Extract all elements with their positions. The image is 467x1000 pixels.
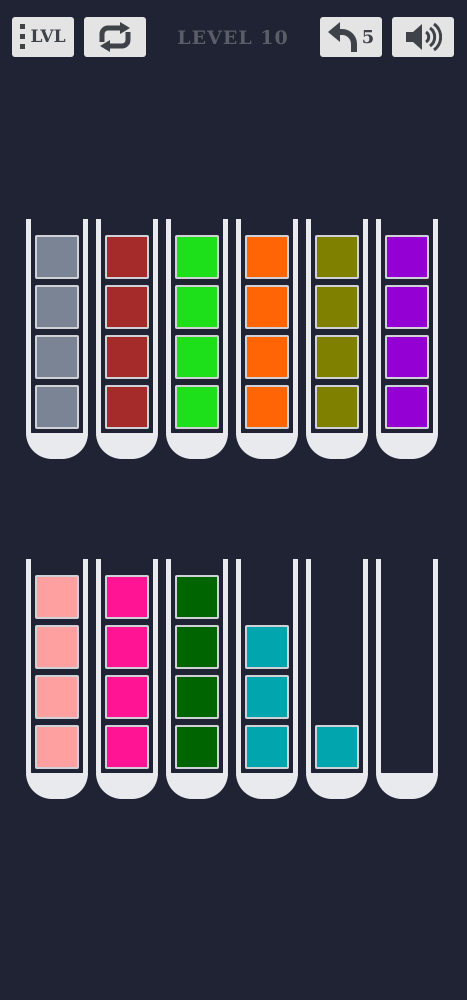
tube-base (376, 773, 438, 799)
tube-base (236, 773, 298, 799)
color-block-darkgreen (175, 575, 219, 619)
tube-base (306, 433, 368, 459)
color-block-gray (35, 285, 79, 329)
color-block-pink (35, 725, 79, 769)
undo-arrow-icon (327, 22, 358, 52)
color-block-darkgreen (175, 675, 219, 719)
color-block-red (105, 285, 149, 329)
tube[interactable] (166, 559, 228, 799)
color-block-teal (245, 625, 289, 669)
undo-count: 5 (361, 26, 375, 48)
tube-base (306, 773, 368, 799)
menu-dots-icon (20, 24, 26, 50)
tube-base (166, 433, 228, 459)
tube[interactable] (236, 559, 298, 799)
color-block-teal (245, 725, 289, 769)
tube[interactable] (96, 219, 158, 459)
color-block-pink (35, 625, 79, 669)
color-block-gray (35, 235, 79, 279)
tube[interactable] (96, 559, 158, 799)
color-block-purple (385, 235, 429, 279)
level-title: LEVEL 10 (177, 27, 289, 49)
restart-button[interactable] (84, 17, 146, 57)
color-block-olive (315, 285, 359, 329)
color-block-olive (315, 235, 359, 279)
top-bar: LVL LEVEL 10 5 (0, 0, 467, 80)
color-block-orange (245, 335, 289, 379)
color-block-olive (315, 335, 359, 379)
color-block-purple (385, 285, 429, 329)
color-block-orange (245, 235, 289, 279)
tube[interactable] (26, 219, 88, 459)
color-block-green (175, 235, 219, 279)
color-block-magenta (105, 625, 149, 669)
tube-base (376, 433, 438, 459)
color-block-orange (245, 385, 289, 429)
color-block-olive (315, 385, 359, 429)
level-select-label: LVL (30, 27, 66, 47)
color-block-purple (385, 385, 429, 429)
color-block-magenta (105, 725, 149, 769)
tube[interactable] (306, 219, 368, 459)
color-block-gray (35, 335, 79, 379)
color-block-green (175, 335, 219, 379)
color-block-pink (35, 575, 79, 619)
tube-base (96, 773, 158, 799)
color-block-gray (35, 385, 79, 429)
sound-button[interactable] (392, 17, 454, 57)
color-block-green (175, 285, 219, 329)
color-block-teal (315, 725, 359, 769)
color-block-darkgreen (175, 625, 219, 669)
tube[interactable] (236, 219, 298, 459)
tube-base (166, 773, 228, 799)
color-block-magenta (105, 575, 149, 619)
color-block-red (105, 335, 149, 379)
tube[interactable] (306, 559, 368, 799)
tube-base (96, 433, 158, 459)
color-block-magenta (105, 675, 149, 719)
speaker-icon (404, 22, 442, 52)
color-block-red (105, 385, 149, 429)
level-select-button[interactable]: LVL (12, 17, 74, 57)
undo-button[interactable]: 5 (320, 17, 382, 57)
tube-base (236, 433, 298, 459)
color-block-darkgreen (175, 725, 219, 769)
color-block-green (175, 385, 219, 429)
restart-arrows-icon (96, 22, 134, 52)
color-block-red (105, 235, 149, 279)
tube[interactable] (166, 219, 228, 459)
color-block-teal (245, 675, 289, 719)
tube[interactable] (26, 559, 88, 799)
tube[interactable] (376, 559, 438, 799)
tube[interactable] (376, 219, 438, 459)
tube-base (26, 773, 88, 799)
color-block-pink (35, 675, 79, 719)
color-block-purple (385, 335, 429, 379)
tube-base (26, 433, 88, 459)
color-block-orange (245, 285, 289, 329)
